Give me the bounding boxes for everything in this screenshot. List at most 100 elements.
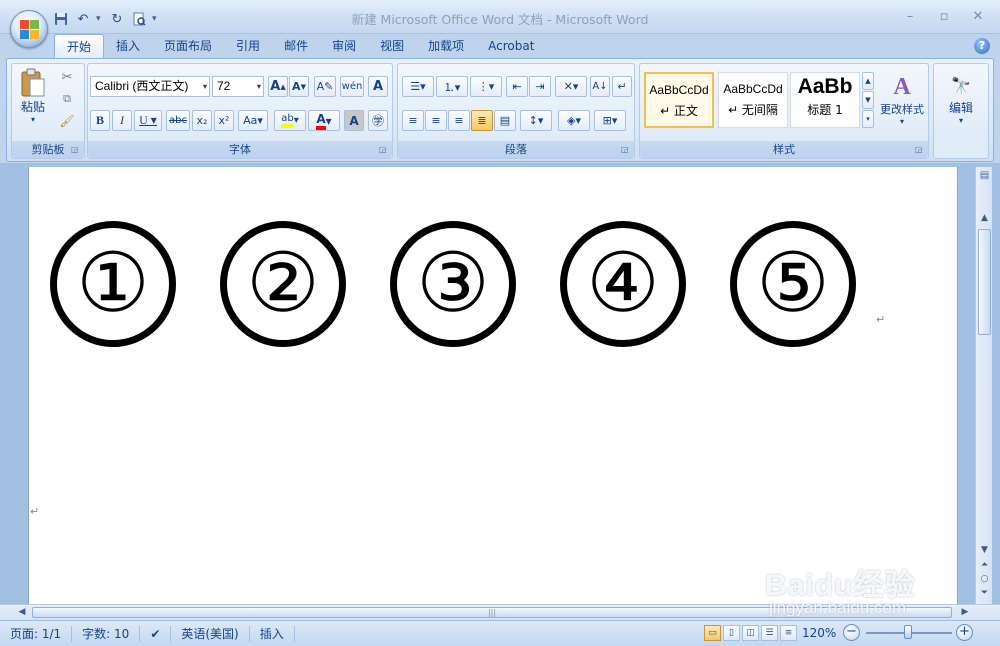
italic-button[interactable]: I	[112, 110, 132, 131]
font-name-combo[interactable]: Calibri (西文正文) ▾	[90, 76, 210, 97]
circled-number-3: ③	[390, 221, 516, 347]
cut-icon[interactable]: ✂	[58, 68, 76, 86]
draft-view-icon[interactable]: ≡	[780, 625, 797, 641]
underline-button[interactable]: U ▾	[134, 110, 162, 131]
editing-button[interactable]: 🔭 编辑 ▾	[936, 68, 986, 132]
status-word-count[interactable]: 字数: 10	[72, 625, 141, 642]
character-shading-icon[interactable]: A	[344, 110, 364, 131]
change-styles-button[interactable]: A 更改样式 ▾	[876, 68, 928, 132]
shrink-font-icon[interactable]: A ▼	[289, 76, 309, 97]
grow-font-icon[interactable]: A ▲	[268, 76, 288, 97]
paragraph-mark-end: ↵	[30, 505, 40, 518]
proofing-icon[interactable]: ✔	[140, 625, 172, 642]
styles-launcher-icon[interactable]: ◲	[915, 145, 925, 155]
tab-mailings[interactable]: 邮件	[272, 34, 320, 58]
copy-icon[interactable]: ⧉	[58, 90, 76, 108]
circled-number-4: ④	[560, 221, 686, 347]
tab-view[interactable]: 视图	[368, 34, 416, 58]
scroll-left-icon[interactable]: ◀	[14, 605, 30, 620]
increase-indent-icon[interactable]: ⇥	[529, 76, 551, 97]
line-spacing-button[interactable]: ↕▾	[520, 110, 552, 131]
shading-button[interactable]: ◈▾	[558, 110, 590, 131]
font-color-button[interactable]: A ▾	[308, 110, 340, 131]
show-marks-icon[interactable]: ↵	[612, 76, 632, 97]
numbering-button[interactable]: ⒈▾	[436, 76, 468, 97]
font-size-combo[interactable]: 72 ▾	[212, 76, 264, 97]
strikethrough-button[interactable]: abc	[166, 110, 190, 131]
style-normal-sample: AaBbCcDd	[649, 83, 709, 97]
baidu-jingyan-watermark: Baidu经验 jingyan.baidu.com	[765, 560, 995, 620]
scroll-down-icon[interactable]: ▼	[976, 543, 993, 558]
view-ruler-icon[interactable]: ▤	[978, 169, 991, 182]
align-left-icon[interactable]: ≡	[402, 110, 424, 131]
subscript-button[interactable]: x₂	[192, 110, 212, 131]
styles-scroll-down-icon[interactable]: ▼	[862, 91, 874, 109]
circled-number-1: ①	[50, 221, 176, 347]
font-name-dropdown-icon[interactable]: ▾	[203, 77, 207, 96]
print-layout-view-icon[interactable]: ▭	[704, 625, 721, 641]
tab-addins[interactable]: 加载项	[416, 34, 476, 58]
style-heading-1[interactable]: AaBb 标题 1	[790, 72, 860, 128]
ribbon-tabs: 开始 插入 页面布局 引用 邮件 审阅 视图 加载项 Acrobat	[54, 34, 546, 58]
outline-view-icon[interactable]: ☰	[761, 625, 778, 641]
restore-icon[interactable]: ▫	[934, 8, 954, 24]
watermark-url: jingyan.baidu.com	[769, 598, 907, 617]
status-insert-mode[interactable]: 插入	[250, 625, 295, 642]
zoom-out-icon[interactable]: −	[843, 624, 860, 641]
status-language[interactable]: 英语(美国)	[171, 625, 250, 642]
character-border-icon[interactable]: A	[368, 76, 388, 97]
vertical-scrollbar[interactable]: ▤ ▲ ▼ ⏶ ○ ⏷	[975, 167, 992, 605]
zoom-slider-knob[interactable]	[904, 625, 912, 639]
minimize-icon[interactable]: –	[900, 8, 920, 24]
text-highlight-button[interactable]: ab ▾	[274, 110, 306, 131]
status-page[interactable]: 页面: 1/1	[0, 625, 73, 642]
style-normal[interactable]: AaBbCcDd ↵ 正文	[644, 72, 714, 128]
borders-button[interactable]: ⊞▾	[594, 110, 626, 131]
change-case-button[interactable]: Aa▾	[238, 110, 268, 131]
zoom-in-icon[interactable]: +	[956, 624, 973, 641]
font-size-dropdown-icon[interactable]: ▾	[257, 77, 261, 96]
clipboard-launcher-icon[interactable]: ◲	[71, 145, 81, 155]
help-icon[interactable]: ?	[974, 38, 990, 54]
vertical-scroll-thumb[interactable]	[978, 229, 991, 335]
decrease-indent-icon[interactable]: ⇤	[506, 76, 528, 97]
clear-formatting-icon[interactable]: A✎	[314, 76, 336, 97]
scroll-up-icon[interactable]: ▲	[976, 211, 993, 226]
tab-acrobat[interactable]: Acrobat	[476, 34, 546, 58]
tab-references[interactable]: 引用	[224, 34, 272, 58]
phonetic-guide-icon[interactable]: wén	[340, 76, 364, 97]
justify-icon[interactable]: ≣	[471, 110, 493, 131]
web-layout-view-icon[interactable]: ◫	[742, 625, 759, 641]
paragraph-group: ☰▾ ⒈▾ ⋮▾ ⇤ ⇥ ✕▾ A↓ ↵ ≡ ≡ ≡ ≣ ▤ ↕▾ ◈▾ ⊞▾ …	[397, 63, 635, 159]
office-button[interactable]	[10, 10, 48, 48]
editing-label: 编辑	[948, 100, 973, 115]
paste-button[interactable]: 粘贴 ▾	[16, 66, 50, 126]
sort-icon[interactable]: A↓	[590, 76, 610, 97]
bold-button[interactable]: B	[90, 110, 110, 131]
tab-page-layout[interactable]: 页面布局	[152, 34, 224, 58]
font-size-value: 72	[217, 79, 231, 93]
binoculars-icon: 🔭	[951, 75, 971, 95]
styles-more-icon[interactable]: ▾	[862, 110, 874, 128]
zoom-level[interactable]: 120%	[802, 626, 836, 640]
paragraph-launcher-icon[interactable]: ◲	[621, 145, 631, 155]
close-icon[interactable]: ✕	[968, 8, 988, 24]
style-no-spacing[interactable]: AaBbCcDd ↵ 无间隔	[718, 72, 788, 128]
align-right-icon[interactable]: ≡	[448, 110, 470, 131]
superscript-button[interactable]: x²	[214, 110, 234, 131]
tab-insert[interactable]: 插入	[104, 34, 152, 58]
chinese-layout-button[interactable]: ✕▾	[555, 76, 587, 97]
align-center-icon[interactable]: ≡	[425, 110, 447, 131]
bullets-button[interactable]: ☰▾	[402, 76, 434, 97]
styles-scroll-up-icon[interactable]: ▲	[862, 72, 874, 90]
tab-home[interactable]: 开始	[54, 34, 105, 58]
format-painter-icon[interactable]: 🖌	[58, 112, 76, 130]
enclose-characters-icon[interactable]: ㊫	[368, 110, 388, 131]
font-launcher-icon[interactable]: ◲	[379, 145, 389, 155]
paste-label: 粘贴	[20, 100, 45, 114]
distributed-icon[interactable]: ▤	[494, 110, 516, 131]
multilevel-list-button[interactable]: ⋮▾	[470, 76, 502, 97]
tab-review[interactable]: 审阅	[320, 34, 368, 58]
full-screen-reading-view-icon[interactable]: ▯	[723, 625, 740, 641]
office-logo-icon	[20, 20, 40, 40]
